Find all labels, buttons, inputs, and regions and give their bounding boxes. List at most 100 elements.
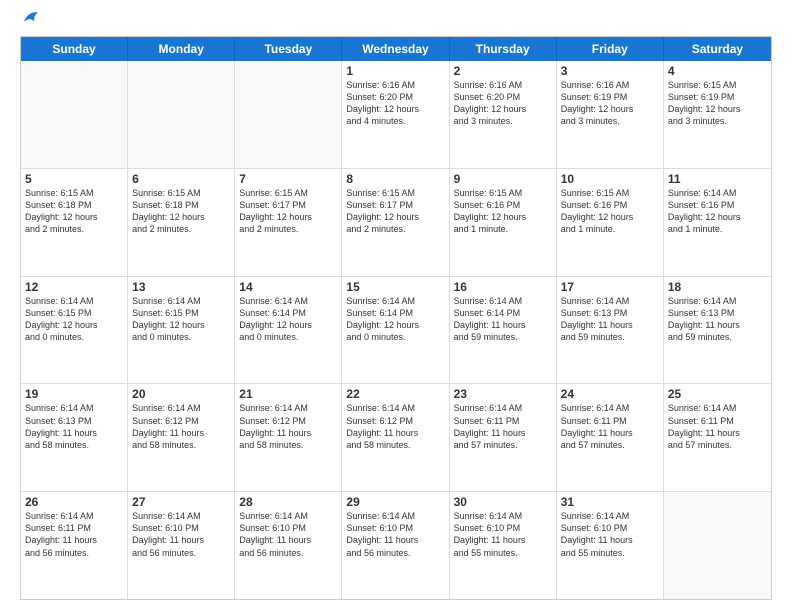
day-number: 7 [239, 172, 337, 186]
day-info: Sunrise: 6:14 AM Sunset: 6:11 PM Dayligh… [454, 402, 552, 451]
calendar-cell: 13Sunrise: 6:14 AM Sunset: 6:15 PM Dayli… [128, 277, 235, 384]
calendar-cell: 1Sunrise: 6:16 AM Sunset: 6:20 PM Daylig… [342, 61, 449, 168]
calendar-cell: 9Sunrise: 6:15 AM Sunset: 6:16 PM Daylig… [450, 169, 557, 276]
day-number: 5 [25, 172, 123, 186]
calendar-row-3: 19Sunrise: 6:14 AM Sunset: 6:13 PM Dayli… [21, 384, 771, 492]
calendar-cell: 7Sunrise: 6:15 AM Sunset: 6:17 PM Daylig… [235, 169, 342, 276]
calendar-header: SundayMondayTuesdayWednesdayThursdayFrid… [21, 37, 771, 61]
day-number: 20 [132, 387, 230, 401]
day-number: 24 [561, 387, 659, 401]
day-info: Sunrise: 6:14 AM Sunset: 6:12 PM Dayligh… [346, 402, 444, 451]
calendar-cell: 8Sunrise: 6:15 AM Sunset: 6:17 PM Daylig… [342, 169, 449, 276]
header-day-tuesday: Tuesday [235, 37, 342, 61]
day-number: 25 [668, 387, 767, 401]
calendar-body: 1Sunrise: 6:16 AM Sunset: 6:20 PM Daylig… [21, 61, 771, 599]
day-info: Sunrise: 6:14 AM Sunset: 6:15 PM Dayligh… [132, 295, 230, 344]
day-number: 27 [132, 495, 230, 509]
calendar-row-0: 1Sunrise: 6:16 AM Sunset: 6:20 PM Daylig… [21, 61, 771, 169]
day-info: Sunrise: 6:14 AM Sunset: 6:13 PM Dayligh… [561, 295, 659, 344]
calendar-cell: 17Sunrise: 6:14 AM Sunset: 6:13 PM Dayli… [557, 277, 664, 384]
day-number: 18 [668, 280, 767, 294]
calendar-cell: 30Sunrise: 6:14 AM Sunset: 6:10 PM Dayli… [450, 492, 557, 599]
calendar-row-4: 26Sunrise: 6:14 AM Sunset: 6:11 PM Dayli… [21, 492, 771, 599]
day-number: 14 [239, 280, 337, 294]
day-info: Sunrise: 6:14 AM Sunset: 6:16 PM Dayligh… [668, 187, 767, 236]
header-day-monday: Monday [128, 37, 235, 61]
calendar-cell: 15Sunrise: 6:14 AM Sunset: 6:14 PM Dayli… [342, 277, 449, 384]
calendar-cell [128, 61, 235, 168]
day-info: Sunrise: 6:14 AM Sunset: 6:12 PM Dayligh… [132, 402, 230, 451]
day-number: 4 [668, 64, 767, 78]
day-number: 17 [561, 280, 659, 294]
day-number: 10 [561, 172, 659, 186]
day-info: Sunrise: 6:14 AM Sunset: 6:11 PM Dayligh… [25, 510, 123, 559]
calendar-cell: 28Sunrise: 6:14 AM Sunset: 6:10 PM Dayli… [235, 492, 342, 599]
header-day-thursday: Thursday [450, 37, 557, 61]
day-info: Sunrise: 6:15 AM Sunset: 6:18 PM Dayligh… [25, 187, 123, 236]
calendar-row-1: 5Sunrise: 6:15 AM Sunset: 6:18 PM Daylig… [21, 169, 771, 277]
day-number: 21 [239, 387, 337, 401]
day-info: Sunrise: 6:14 AM Sunset: 6:10 PM Dayligh… [561, 510, 659, 559]
calendar-cell: 4Sunrise: 6:15 AM Sunset: 6:19 PM Daylig… [664, 61, 771, 168]
day-number: 9 [454, 172, 552, 186]
calendar-cell: 11Sunrise: 6:14 AM Sunset: 6:16 PM Dayli… [664, 169, 771, 276]
header-day-sunday: Sunday [21, 37, 128, 61]
day-info: Sunrise: 6:14 AM Sunset: 6:14 PM Dayligh… [454, 295, 552, 344]
day-number: 28 [239, 495, 337, 509]
calendar-cell: 3Sunrise: 6:16 AM Sunset: 6:19 PM Daylig… [557, 61, 664, 168]
calendar-cell: 25Sunrise: 6:14 AM Sunset: 6:11 PM Dayli… [664, 384, 771, 491]
day-info: Sunrise: 6:14 AM Sunset: 6:15 PM Dayligh… [25, 295, 123, 344]
calendar-row-2: 12Sunrise: 6:14 AM Sunset: 6:15 PM Dayli… [21, 277, 771, 385]
day-info: Sunrise: 6:14 AM Sunset: 6:10 PM Dayligh… [132, 510, 230, 559]
day-info: Sunrise: 6:15 AM Sunset: 6:18 PM Dayligh… [132, 187, 230, 236]
day-info: Sunrise: 6:15 AM Sunset: 6:16 PM Dayligh… [454, 187, 552, 236]
day-number: 1 [346, 64, 444, 78]
day-number: 11 [668, 172, 767, 186]
calendar-cell: 29Sunrise: 6:14 AM Sunset: 6:10 PM Dayli… [342, 492, 449, 599]
day-info: Sunrise: 6:14 AM Sunset: 6:10 PM Dayligh… [239, 510, 337, 559]
calendar-cell: 31Sunrise: 6:14 AM Sunset: 6:10 PM Dayli… [557, 492, 664, 599]
day-info: Sunrise: 6:14 AM Sunset: 6:13 PM Dayligh… [25, 402, 123, 451]
day-number: 30 [454, 495, 552, 509]
day-number: 29 [346, 495, 444, 509]
calendar-cell: 19Sunrise: 6:14 AM Sunset: 6:13 PM Dayli… [21, 384, 128, 491]
calendar-cell [235, 61, 342, 168]
calendar-cell [21, 61, 128, 168]
day-number: 15 [346, 280, 444, 294]
calendar-cell: 2Sunrise: 6:16 AM Sunset: 6:20 PM Daylig… [450, 61, 557, 168]
day-number: 16 [454, 280, 552, 294]
day-number: 6 [132, 172, 230, 186]
calendar-cell: 16Sunrise: 6:14 AM Sunset: 6:14 PM Dayli… [450, 277, 557, 384]
day-number: 19 [25, 387, 123, 401]
day-info: Sunrise: 6:14 AM Sunset: 6:14 PM Dayligh… [239, 295, 337, 344]
calendar: SundayMondayTuesdayWednesdayThursdayFrid… [20, 36, 772, 600]
calendar-cell: 22Sunrise: 6:14 AM Sunset: 6:12 PM Dayli… [342, 384, 449, 491]
day-info: Sunrise: 6:14 AM Sunset: 6:11 PM Dayligh… [668, 402, 767, 451]
calendar-cell: 20Sunrise: 6:14 AM Sunset: 6:12 PM Dayli… [128, 384, 235, 491]
day-number: 31 [561, 495, 659, 509]
calendar-cell: 14Sunrise: 6:14 AM Sunset: 6:14 PM Dayli… [235, 277, 342, 384]
day-number: 3 [561, 64, 659, 78]
calendar-cell: 26Sunrise: 6:14 AM Sunset: 6:11 PM Dayli… [21, 492, 128, 599]
header-day-friday: Friday [557, 37, 664, 61]
day-number: 22 [346, 387, 444, 401]
day-number: 23 [454, 387, 552, 401]
calendar-cell: 27Sunrise: 6:14 AM Sunset: 6:10 PM Dayli… [128, 492, 235, 599]
calendar-cell: 5Sunrise: 6:15 AM Sunset: 6:18 PM Daylig… [21, 169, 128, 276]
day-info: Sunrise: 6:14 AM Sunset: 6:10 PM Dayligh… [346, 510, 444, 559]
day-info: Sunrise: 6:14 AM Sunset: 6:13 PM Dayligh… [668, 295, 767, 344]
logo-bird-icon [22, 8, 40, 26]
day-number: 8 [346, 172, 444, 186]
day-info: Sunrise: 6:15 AM Sunset: 6:17 PM Dayligh… [239, 187, 337, 236]
calendar-cell: 18Sunrise: 6:14 AM Sunset: 6:13 PM Dayli… [664, 277, 771, 384]
day-number: 2 [454, 64, 552, 78]
day-info: Sunrise: 6:14 AM Sunset: 6:12 PM Dayligh… [239, 402, 337, 451]
calendar-cell: 21Sunrise: 6:14 AM Sunset: 6:12 PM Dayli… [235, 384, 342, 491]
day-info: Sunrise: 6:16 AM Sunset: 6:20 PM Dayligh… [346, 79, 444, 128]
day-info: Sunrise: 6:16 AM Sunset: 6:19 PM Dayligh… [561, 79, 659, 128]
day-info: Sunrise: 6:15 AM Sunset: 6:17 PM Dayligh… [346, 187, 444, 236]
page: SundayMondayTuesdayWednesdayThursdayFrid… [0, 0, 792, 612]
day-info: Sunrise: 6:16 AM Sunset: 6:20 PM Dayligh… [454, 79, 552, 128]
calendar-cell: 6Sunrise: 6:15 AM Sunset: 6:18 PM Daylig… [128, 169, 235, 276]
day-info: Sunrise: 6:14 AM Sunset: 6:14 PM Dayligh… [346, 295, 444, 344]
